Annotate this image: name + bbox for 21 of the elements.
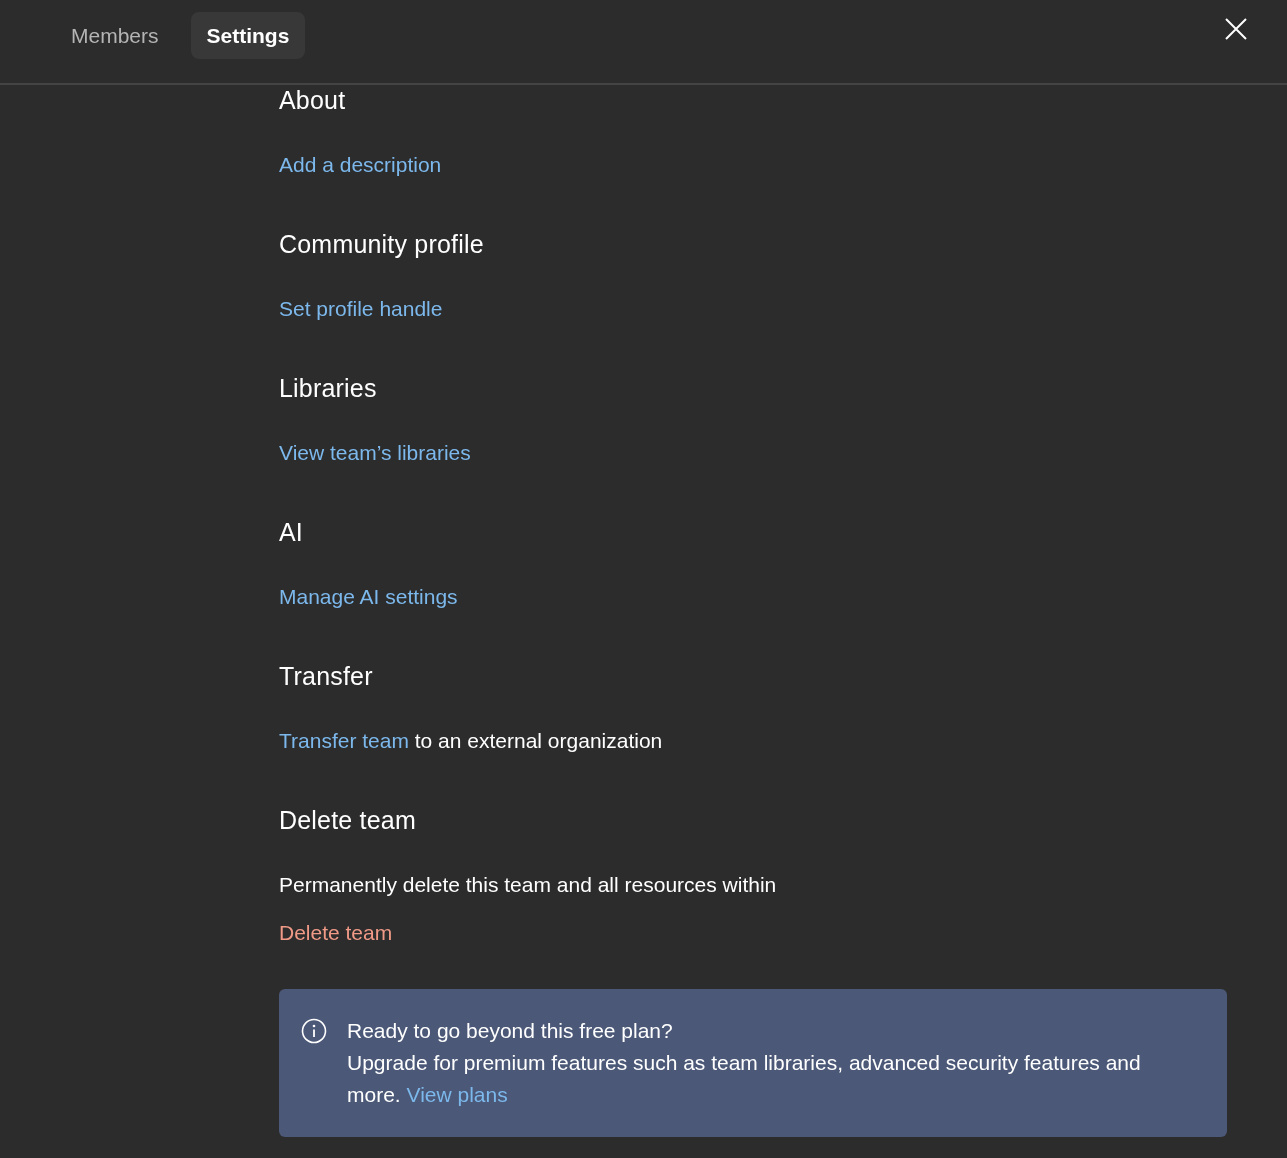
section-heading: Libraries [279, 373, 378, 403]
section-heading: Community profile [279, 229, 485, 259]
settings-link[interactable]: Add a description [279, 153, 442, 176]
section-heading: Delete team [279, 805, 417, 835]
tab[interactable]: Members [55, 12, 175, 59]
settings-link[interactable]: Set profile handle [279, 297, 443, 320]
section-heading: Transfer [279, 661, 374, 691]
banner-text: Upgrade for premium features such as team libraries, advanced security features and more. View plans [347, 1050, 1142, 1108]
description-text: Permanently delete this team and all resources within [279, 872, 778, 898]
section-heading: AI [279, 517, 305, 547]
view-plans-link[interactable]: View plans [406, 1083, 508, 1106]
settings-link[interactable]: View team’s libraries [279, 441, 471, 464]
tab[interactable]: Settings [190, 12, 306, 59]
transfer-sentence: Transfer team to an external organization [279, 728, 664, 754]
banner-title: Ready to go beyond this free plan? [347, 1018, 674, 1044]
section-heading: About [279, 85, 347, 115]
delete-link[interactable]: Delete team [279, 921, 393, 944]
close-icon[interactable] [1225, 18, 1247, 40]
transfer-link[interactable]: Transfer team [279, 729, 409, 752]
info-icon [301, 1018, 327, 1044]
settings-link[interactable]: Manage AI settings [279, 585, 458, 608]
